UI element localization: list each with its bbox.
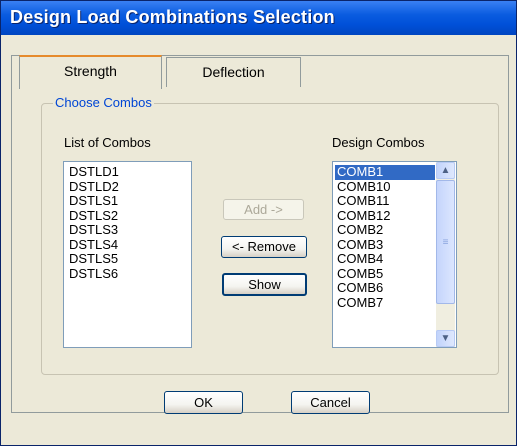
list-item[interactable]: DSTLD2 — [67, 179, 191, 195]
list-item[interactable]: DSTLS4 — [67, 237, 191, 253]
list-item[interactable]: DSTLS1 — [67, 193, 191, 209]
tab-strength-label: Strength — [64, 63, 117, 79]
window-title: Design Load Combinations Selection — [10, 7, 335, 27]
list-of-combos-label: List of Combos — [64, 135, 151, 150]
list-item[interactable]: DSTLS3 — [67, 222, 191, 238]
remove-button[interactable]: <- Remove — [221, 236, 307, 258]
tab-deflection[interactable]: Deflection — [166, 57, 301, 87]
design-combos-scrollbar[interactable]: ▲ ≡ ▼ — [436, 162, 455, 347]
tab-deflection-label: Deflection — [202, 64, 265, 80]
scroll-down-icon[interactable]: ▼ — [436, 330, 455, 347]
list-item[interactable]: DSTLS5 — [67, 251, 191, 267]
tab-strength[interactable]: Strength — [19, 55, 162, 89]
list-of-combos-listbox[interactable]: DSTLD1 DSTLD2 DSTLS1 DSTLS2 DSTLS3 DSTLS… — [63, 161, 192, 348]
add-button[interactable]: Add -> — [223, 199, 304, 220]
show-button[interactable]: Show — [222, 273, 307, 296]
dialog-window: Design Load Combinations Selection Stren… — [0, 0, 517, 446]
cancel-button[interactable]: Cancel — [291, 391, 370, 414]
design-combos-label: Design Combos — [332, 135, 425, 150]
ok-button[interactable]: OK — [164, 391, 243, 414]
list-item[interactable]: DSTLS2 — [67, 208, 191, 224]
list-item[interactable]: DSTLS6 — [67, 266, 191, 282]
choose-combos-label: Choose Combos — [53, 95, 154, 110]
scroll-up-icon[interactable]: ▲ — [436, 162, 455, 179]
scroll-thumb[interactable]: ≡ — [436, 180, 455, 304]
title-bar[interactable]: Design Load Combinations Selection — [1, 1, 516, 35]
list-item[interactable]: DSTLD1 — [67, 164, 191, 180]
grip-icon: ≡ — [442, 237, 449, 248]
list-item-selected[interactable]: COMB1 — [335, 164, 435, 180]
